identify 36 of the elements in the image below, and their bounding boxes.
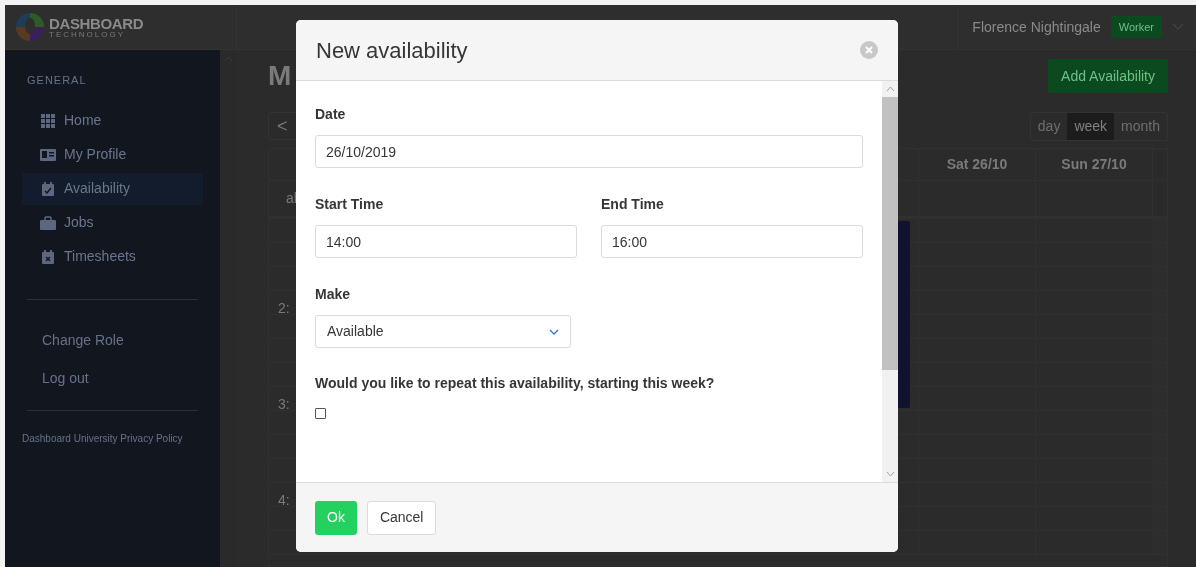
time-label: 3: (278, 396, 290, 412)
add-availability-button[interactable]: Add Availability (1048, 59, 1168, 93)
page-title: M (268, 59, 292, 93)
privacy-link[interactable]: Dashboard University Privacy Policy (22, 430, 203, 446)
role-badge: Worker (1110, 15, 1162, 39)
user-name[interactable]: Florence Nightingale (972, 16, 1101, 38)
field-label: End Time (601, 195, 665, 214)
day-header: Sat 26/10 (918, 149, 1035, 180)
text-field[interactable]: 14:00 (315, 225, 577, 258)
sidebar-item[interactable]: Availability (22, 172, 203, 205)
logo-tagline: TECHNOLOGY (49, 30, 126, 39)
ok-button[interactable]: Ok (315, 500, 357, 535)
view-tab[interactable]: week (1067, 112, 1115, 140)
text-field[interactable]: 16:00 (601, 225, 863, 258)
field-label: Start Time (315, 195, 385, 214)
section-heading: GENERAL (26, 73, 88, 88)
repeat-question: Would you like to repeat this availability, starting this week? (315, 374, 716, 393)
time-label: 2: (278, 300, 290, 316)
day-header: Sun 27/10 (1035, 149, 1152, 180)
sidebar-item[interactable]: My Profile (22, 138, 203, 171)
sidebar-item[interactable]: Jobs (22, 206, 203, 239)
view-tab[interactable]: month (1114, 112, 1167, 140)
text-field[interactable]: 26/10/2019 (315, 135, 863, 168)
view-tab[interactable]: day (1030, 112, 1068, 140)
time-label: 4: (278, 492, 290, 508)
sidebar-link[interactable]: Change Role (22, 321, 203, 360)
cancel-button[interactable]: Cancel (366, 500, 437, 535)
sidebar-item[interactable]: Timesheets (22, 240, 203, 273)
field-label: Date (315, 105, 347, 124)
make-select[interactable]: Available (315, 315, 571, 348)
sidebar-link[interactable]: Log out (22, 359, 203, 398)
all-day-label: al (286, 189, 297, 208)
logo-name: DASHBOARD (49, 15, 144, 31)
dialog-title: New availability (316, 36, 468, 65)
sidebar-item[interactable]: Home (22, 104, 203, 137)
field-label: Make (315, 285, 352, 304)
